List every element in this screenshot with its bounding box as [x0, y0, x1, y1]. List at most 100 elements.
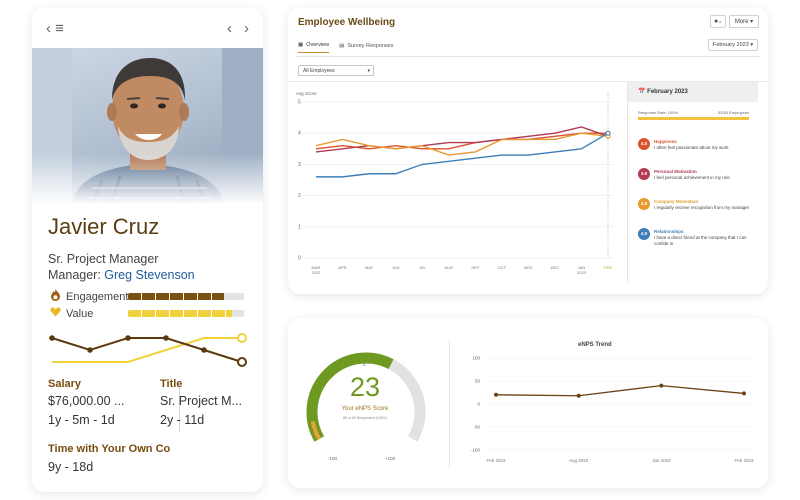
tab-overview[interactable]: ▦ Overview [298, 42, 330, 53]
value-trend-line [52, 337, 242, 363]
engagement-bar-fill [128, 293, 225, 300]
user-icon: ●₊ [714, 18, 722, 25]
category-statement: I feel personal achievement in my role [654, 175, 730, 180]
x-tick-label: AUG [444, 265, 453, 270]
user-filter-button[interactable]: ●₊ [710, 15, 726, 28]
company-time-value: 9y - 18d [48, 460, 94, 474]
x-tick-label: 2023 [577, 270, 587, 275]
employee-filter-select[interactable]: All Employees ▾ [298, 65, 374, 76]
summary-header: 📅 February 2023 [628, 82, 758, 102]
gauge-zero-label: 0 [363, 362, 366, 367]
x-tick-label: Feb 2023 [734, 458, 754, 463]
profile-nav: ‹ ≡ ‹ › [32, 8, 263, 48]
company-time-label: Time with Your Own Co [48, 443, 171, 455]
menu-back-icon[interactable]: ‹ ≡ [46, 20, 64, 37]
tab-survey-responses-label: Survey Responses [347, 42, 394, 49]
y-tick-label: 4 [298, 131, 301, 137]
manager-label: Manager: [48, 268, 101, 282]
person-manager: Manager: Greg Stevenson [48, 268, 195, 282]
enps-trend-point [659, 383, 664, 388]
response-rate-bar [638, 117, 749, 120]
x-tick-label: Aug 2022 [569, 458, 589, 463]
salary-tenure: 1y - 5m - 1d [48, 413, 115, 427]
enps-trend-title: eNPS Trend [578, 342, 612, 348]
x-tick-label: JUL [419, 265, 427, 270]
title-tenure: 2y - 11d [160, 413, 205, 427]
value-bar-fill [128, 310, 233, 317]
y-tick-label: -50 [473, 425, 480, 430]
caret-down-icon: ▾ [367, 68, 370, 74]
x-tick-label: Feb 2022 [486, 458, 506, 463]
value-trend-point [237, 333, 247, 343]
profile-card: ‹ ≡ ‹ › Javier Cruz Sr. Project Manager … [32, 8, 263, 492]
category-score-badge: 4.0 [638, 228, 650, 240]
wellbeing-tabs: ▦ Overview ▤ Survey Responses [298, 42, 394, 53]
wellbeing-title: Employee Wellbeing [298, 17, 396, 28]
title-value: Sr. Project M... [160, 394, 242, 408]
category-name: Happiness [654, 139, 677, 144]
y-tick-label: 2 [298, 193, 301, 199]
response-rate-label: Response Rate: 100% [638, 110, 679, 115]
engagement-label: Engagement [66, 290, 129, 303]
x-tick-label: OCT [498, 265, 507, 270]
response-rate-row: Response Rate: 100% 53/53 Employees [638, 110, 749, 115]
profile-photo [32, 48, 263, 203]
y-tick-label: 1 [298, 224, 301, 230]
enps-responses: 65 of 65 Responded (100%) [343, 416, 387, 420]
enps-panel: 0 23 Your eNPS Score 65 of 65 Responded … [288, 318, 768, 488]
category-item[interactable]: 4.0 Relationships I have a direct friend a… [638, 228, 753, 254]
series-line [316, 132, 609, 178]
period-select[interactable]: February 2023 ▾ [708, 39, 758, 51]
x-tick-label: DEC [551, 265, 560, 270]
category-statement: I often feel passionate about my work [654, 145, 729, 150]
enps-trend-point [494, 392, 498, 397]
category-item[interactable]: 3.9 Company Motivation I regularly receive… [638, 198, 753, 224]
x-tick-label: JUN [392, 265, 400, 270]
employee-filter-value: All Employees [303, 68, 335, 74]
period-value: February 2023 [713, 42, 749, 48]
chevron-right-icon[interactable]: › [244, 20, 249, 37]
engagement-trend-line [51, 337, 243, 363]
x-tick-label: MAY [365, 265, 374, 270]
caret-down-icon: ▾ [750, 19, 754, 25]
y-axis-label: Avg Score [296, 91, 317, 96]
x-tick-label: 2022 [312, 270, 322, 275]
manager-link[interactable]: Greg Stevenson [104, 268, 194, 282]
category-name: Company Motivation [654, 199, 699, 204]
title-label: Title [160, 378, 183, 390]
category-item[interactable]: 3.9 Personal Motivation I feel personal ac… [638, 168, 753, 194]
heart-icon [48, 307, 62, 320]
response-count: 53/53 Employees [718, 110, 749, 115]
category-score-badge: 4.0 [638, 138, 650, 150]
enps-trend-line [495, 384, 745, 397]
chevron-left-icon[interactable]: ‹ [227, 20, 232, 37]
engagement-trend-point [49, 335, 55, 341]
category-score-badge: 3.9 [638, 168, 650, 180]
engagement-trend-point [163, 335, 169, 341]
y-tick-label: 3 [298, 162, 301, 168]
flame-icon [48, 289, 62, 304]
enps-trend-chart: 100 50 0 -50 -100 Feb 2022 Aug 2022 Jan 2023 Feb… [471, 356, 756, 463]
engagement-trend-point [87, 347, 93, 353]
enps-score: 23 [349, 372, 381, 402]
tab-survey-responses[interactable]: ▤ Survey Responses [339, 42, 393, 53]
value-bar [128, 310, 244, 317]
x-tick-label: NOV [524, 265, 533, 270]
enps-trend-point [576, 393, 581, 398]
x-tick-label: Jan 2023 [652, 458, 671, 463]
person-name: Javier Cruz [48, 214, 160, 239]
engagement-bar [128, 293, 244, 300]
gauge-min-label: -100 [328, 456, 338, 461]
category-name: Personal Motivation [654, 169, 697, 174]
engagement-trend-point [201, 347, 207, 353]
y-tick-label: -100 [471, 448, 481, 453]
calendar-icon: 📅 [638, 89, 646, 95]
gauge-max-label: +100 [385, 456, 396, 461]
salary-value: $76,000.00 ... [48, 394, 125, 408]
value-label: Value [66, 307, 94, 320]
y-tick-label: 50 [475, 379, 481, 384]
category-statement: I have a direct friend at the company th… [654, 235, 747, 246]
enps-trend-point [742, 391, 746, 396]
more-button[interactable]: More ▾ [729, 15, 759, 28]
category-item[interactable]: 4.0 Happiness I often feel passionate abou… [638, 138, 753, 164]
